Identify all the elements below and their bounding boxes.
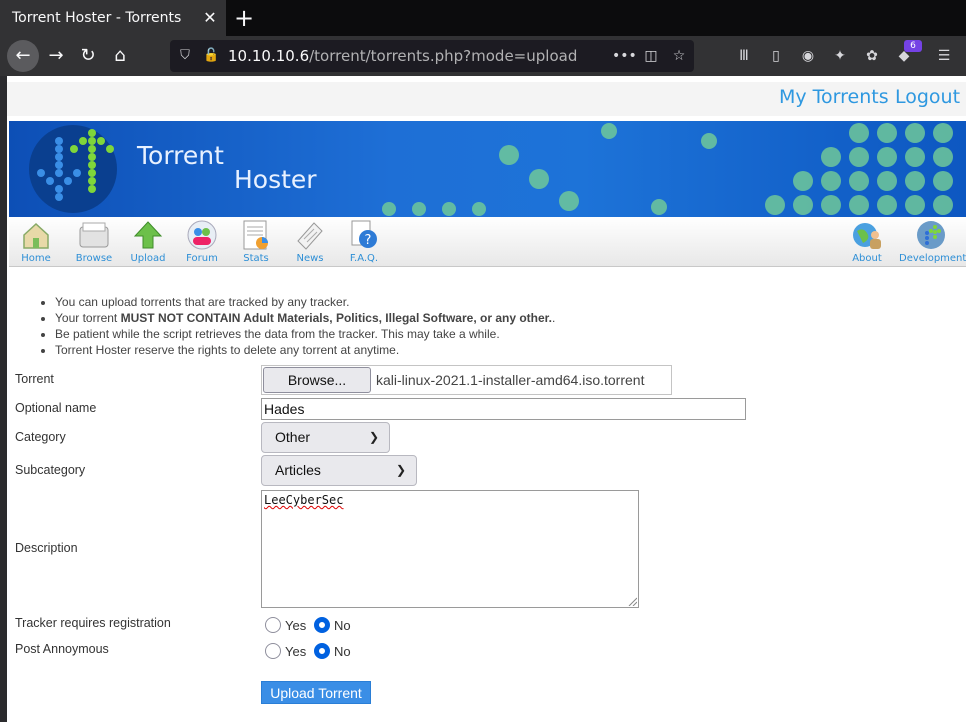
svg-text:?: ? xyxy=(365,233,372,248)
site-banner: Torrent Hoster xyxy=(9,121,966,217)
list-item: Be patient while the script retrieves th… xyxy=(55,326,555,342)
post-anonymous-yes-radio[interactable] xyxy=(265,643,281,659)
back-icon[interactable]: ← xyxy=(7,40,39,72)
stats-chart-icon xyxy=(243,220,268,250)
browse-button[interactable]: Browse... xyxy=(263,367,371,393)
faq-question-icon: ? xyxy=(351,220,377,248)
sidebar-icon[interactable]: ▯ xyxy=(765,46,787,66)
logout-link[interactable]: Logout xyxy=(895,86,960,108)
address-bar[interactable]: ⛉ 🔓 10.10.10.6/torrent/torrents.php?mode… xyxy=(170,40,694,72)
optional-name-label: Optional name xyxy=(15,401,97,415)
list-item: Torrent Hoster reserve the rights to del… xyxy=(55,342,555,358)
resize-grip-icon[interactable] xyxy=(627,596,637,606)
page-actions-icon[interactable]: ••• xyxy=(612,46,637,66)
tab-strip: Torrent Hoster - Torrents ✕ + xyxy=(0,0,966,36)
list-item: Your torrent MUST NOT CONTAIN Adult Mate… xyxy=(55,310,555,326)
home-icon[interactable]: ⌂ xyxy=(104,40,136,72)
menu-item-home[interactable]: Home xyxy=(9,219,63,265)
menu-item-upload[interactable]: Upload xyxy=(121,219,175,265)
menu-item-about[interactable]: About xyxy=(840,219,894,265)
globe-person-icon xyxy=(853,223,881,249)
post-anonymous-no-radio[interactable] xyxy=(314,643,330,659)
account-icon[interactable]: ◉ xyxy=(797,46,819,66)
tracker-registration-no-radio[interactable] xyxy=(314,617,330,633)
extension-fox-icon[interactable]: ✦ xyxy=(829,46,851,66)
menu-item-browse[interactable]: Browse xyxy=(67,219,121,265)
menu-item-news[interactable]: News xyxy=(283,219,337,265)
close-icon[interactable]: ✕ xyxy=(200,8,220,28)
category-label: Category xyxy=(15,430,66,444)
upload-rules-list: You can upload torrents that are tracked… xyxy=(41,294,555,358)
selected-file-name: kali-linux-2021.1-installer-amd64.iso.to… xyxy=(376,372,645,388)
list-item: You can upload torrents that are tracked… xyxy=(55,294,555,310)
main-menu: Home Browse Upload Forum Stats News ? F.… xyxy=(9,217,966,267)
library-icon[interactable]: Ⅲ xyxy=(733,46,755,66)
chevron-down-icon: ❯ xyxy=(368,430,379,444)
tracking-shield-icon[interactable]: ⛉ xyxy=(178,47,192,65)
tracker-registration-label: Tracker requires registration xyxy=(15,616,171,630)
forward-icon[interactable]: → xyxy=(40,40,72,72)
menu-item-forum[interactable]: Forum xyxy=(175,219,229,265)
menu-item-development[interactable]: Development xyxy=(899,219,966,265)
description-label: Description xyxy=(15,541,78,555)
tab-title: Torrent Hoster - Torrents xyxy=(12,10,182,26)
new-tab-icon[interactable]: + xyxy=(232,4,256,32)
house-icon xyxy=(23,222,49,249)
torrent-file-input[interactable]: Browse... kali-linux-2021.1-installer-am… xyxy=(261,365,672,395)
pocket-icon[interactable]: ◫ xyxy=(640,46,662,66)
menu-item-stats[interactable]: Stats xyxy=(229,219,283,265)
cookie-icon[interactable]: ✿ xyxy=(861,46,883,66)
optional-name-input[interactable]: Hades xyxy=(261,398,746,420)
reload-icon[interactable]: ↻ xyxy=(72,40,104,72)
logo-text-torrent: Torrent xyxy=(137,141,224,170)
description-textarea[interactable]: LeeCyberSec xyxy=(261,490,639,608)
page-viewport: My Torrents Logout Torrent Hoster Home B… xyxy=(0,76,966,722)
chevron-down-icon: ❯ xyxy=(395,463,406,477)
newspaper-icon xyxy=(297,222,323,250)
category-select[interactable]: Other ❯ xyxy=(261,422,390,453)
tracker-registration-yes-radio[interactable] xyxy=(265,617,281,633)
url-text[interactable]: 10.10.10.6/torrent/torrents.php?mode=upl… xyxy=(228,40,577,72)
my-torrents-link[interactable]: My Torrents xyxy=(779,86,889,108)
navigation-toolbar: ← → ↻ ⌂ ⛉ 🔓 10.10.10.6/torrent/torrents.… xyxy=(0,36,966,76)
development-logo-icon xyxy=(917,221,945,249)
torrent-label: Torrent xyxy=(15,372,54,386)
browser-tab[interactable]: Torrent Hoster - Torrents ✕ xyxy=(0,0,226,36)
menu-item-faq[interactable]: ? F.A.Q. xyxy=(337,219,391,265)
user-links: My Torrents Logout xyxy=(7,82,966,116)
upload-arrow-icon xyxy=(133,221,163,249)
subcategory-select[interactable]: Articles ❯ xyxy=(261,455,417,486)
post-anonymous-label: Post Annoymous xyxy=(15,642,109,656)
people-icon xyxy=(187,220,217,250)
folder-icon xyxy=(79,222,109,248)
logo-text-hoster: Hoster xyxy=(234,165,317,194)
insecure-lock-icon[interactable]: 🔓 xyxy=(203,47,219,65)
subcategory-label: Subcategory xyxy=(15,463,86,477)
menu-icon[interactable]: ☰ xyxy=(933,46,955,66)
extension-badge: 6 xyxy=(904,40,922,52)
bookmark-star-icon[interactable]: ☆ xyxy=(668,46,690,66)
upload-torrent-button[interactable]: Upload Torrent xyxy=(261,681,371,704)
